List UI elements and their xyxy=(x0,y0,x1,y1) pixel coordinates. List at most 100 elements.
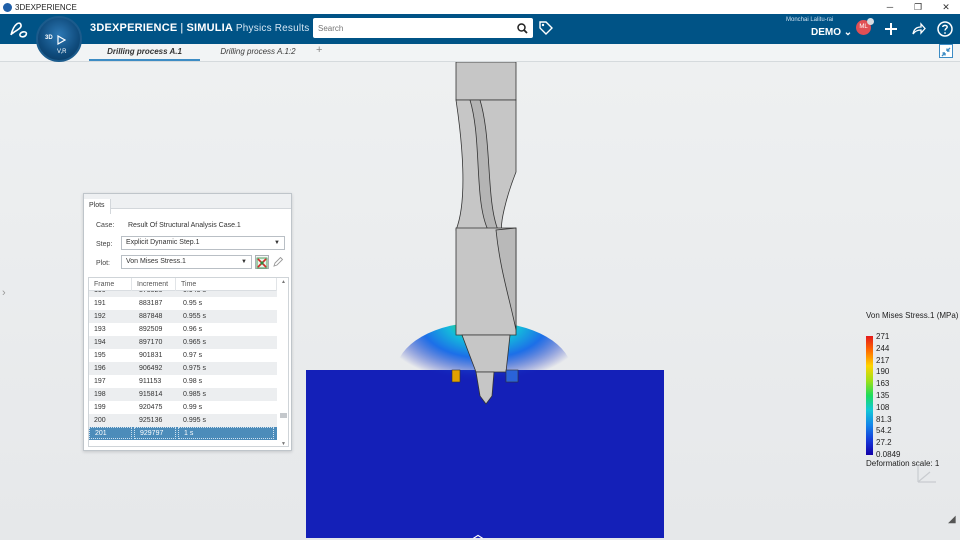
legend-value: 81.3 xyxy=(876,414,892,424)
plots-panel-header: Plots xyxy=(84,194,291,214)
table-row[interactable]: 193 892509 0.96 s xyxy=(89,323,277,336)
table-cell-increment: 887848 xyxy=(139,313,163,320)
avatar-initials: ML xyxy=(859,24,868,30)
search-box[interactable] xyxy=(313,18,533,38)
plot-settings-button[interactable] xyxy=(255,255,269,269)
search-input[interactable] xyxy=(313,23,511,33)
plot-value: Von Mises Stress.1 xyxy=(126,258,186,265)
table-row[interactable]: 200 925136 0.995 s xyxy=(89,414,277,427)
app-header: 3DEXPERIENCE|SIMULIA Physics Results Mon… xyxy=(0,14,960,44)
table-row[interactable]: 191 883187 0.95 s xyxy=(89,297,277,310)
table-cell-frame: 191 xyxy=(94,300,106,307)
table-cell-frame: 199 xyxy=(94,404,106,411)
help-icon[interactable] xyxy=(936,20,954,38)
table-row[interactable]: 192 887848 0.955 s xyxy=(89,310,277,323)
table-cell-increment: 911153 xyxy=(139,378,162,385)
table-cell-time: 0.98 s xyxy=(183,378,203,385)
search-icon[interactable] xyxy=(511,18,533,38)
table-cell-time: 0.99 s xyxy=(183,404,203,411)
compass-widget[interactable]: 3D V,R xyxy=(36,16,82,62)
legend-value: 190 xyxy=(876,367,890,377)
legend-value: 244 xyxy=(876,343,890,353)
avatar[interactable]: ML xyxy=(856,18,874,35)
axis-triad-icon[interactable] xyxy=(912,458,940,486)
pencil-icon xyxy=(273,256,284,267)
edit-button[interactable] xyxy=(272,255,286,269)
legend-value: 271 xyxy=(876,332,890,341)
step-dropdown[interactable]: Explicit Dynamic Step.1 ▼ xyxy=(121,236,285,250)
table-cell-increment: 901831 xyxy=(139,352,163,359)
brand-title: 3DEXPERIENCE | SIMULIA Physics Results xyxy=(90,22,310,34)
plots-panel: Plots Case: Result Of Structural Analysi… xyxy=(83,193,292,451)
legend-value: 108 xyxy=(876,402,890,412)
legend-value: 27.2 xyxy=(876,438,892,448)
column-header-frame[interactable]: Frame xyxy=(89,278,132,291)
resize-handle-icon[interactable]: ◢ xyxy=(948,514,956,525)
app-icon xyxy=(3,2,12,12)
legend-title: Von Mises Stress.1 (MPa) xyxy=(866,311,959,320)
table-cell-frame: 198 xyxy=(94,391,106,398)
table-cell-time: 0.995 s xyxy=(183,417,206,424)
table-cell-increment: 892509 xyxy=(139,326,163,333)
table-row[interactable]: 199 920475 0.99 s xyxy=(89,401,277,414)
share-icon[interactable] xyxy=(909,20,927,38)
play-icon[interactable] xyxy=(56,32,67,50)
tab-bar: Drilling process A.1 Drilling process A.… xyxy=(0,44,960,62)
brand-bold: 3DEXPERIENCE xyxy=(90,22,178,34)
table-cell-increment: 929797 xyxy=(134,427,176,439)
scroll-up-icon[interactable]: ▲ xyxy=(278,279,288,285)
tab-drilling-process-a1-2[interactable]: Drilling process A.1:2 xyxy=(212,45,304,61)
ds-logo-icon[interactable] xyxy=(8,19,30,44)
frames-table[interactable]: Frame Increment Time 1908785260.945 s191… xyxy=(88,277,289,447)
table-cell-increment: 915814 xyxy=(139,391,163,398)
table-cell-increment: 897170 xyxy=(139,339,163,346)
step-label: Step: xyxy=(96,241,113,248)
window-controls: ─ ❐ ✕ xyxy=(876,0,960,14)
table-row[interactable]: 196 906492 0.975 s xyxy=(89,362,277,375)
chip-right xyxy=(505,369,519,383)
table-cell-frame: 195 xyxy=(94,352,106,359)
table-cell-time: 0.985 s xyxy=(183,391,206,398)
table-cell-time: 1 s xyxy=(178,427,274,439)
table-row[interactable]: 197 911153 0.98 s xyxy=(89,375,277,388)
minimize-button[interactable]: ─ xyxy=(876,0,904,14)
scrollbar-thumb[interactable] xyxy=(280,413,287,418)
table-row[interactable]: 195 901831 0.97 s xyxy=(89,349,277,362)
tag-icon[interactable] xyxy=(538,20,554,36)
chip-left xyxy=(451,369,461,383)
table-cell-time: 0.97 s xyxy=(183,352,203,359)
user-name[interactable]: Monchai Lalitu-rai xyxy=(786,17,833,23)
legend-color-bar xyxy=(866,336,873,455)
restore-button[interactable]: ❐ xyxy=(904,0,932,14)
plot-dropdown[interactable]: Von Mises Stress.1 ▼ xyxy=(121,255,252,269)
close-button[interactable]: ✕ xyxy=(932,0,960,14)
frames-table-scrollbar[interactable]: ▲ ▼ xyxy=(278,278,288,446)
tab-drilling-process-a1[interactable]: Drilling process A.1 xyxy=(89,45,200,61)
legend-value: 135 xyxy=(876,391,890,400)
table-row[interactable]: 198 915814 0.985 s xyxy=(89,388,277,401)
table-cell-frame: 201 xyxy=(89,427,132,439)
notification-dot xyxy=(867,18,874,25)
case-value: Result Of Structural Analysis Case.1 xyxy=(128,222,241,229)
chevron-up-icon[interactable]: ︿ xyxy=(473,526,483,540)
table-cell-frame: 194 xyxy=(94,339,106,346)
plots-tab[interactable]: Plots xyxy=(84,199,111,214)
column-header-increment[interactable]: Increment xyxy=(132,278,176,291)
table-row-selected[interactable]: 201 929797 1 s xyxy=(89,427,277,440)
fullscreen-button[interactable] xyxy=(939,44,953,58)
frames-table-header: Frame Increment Time xyxy=(89,278,277,291)
add-icon[interactable] xyxy=(882,20,900,38)
tenant-selector[interactable]: DEMO ⌄ xyxy=(811,27,852,38)
table-cell-time: 0.955 s xyxy=(183,313,206,320)
add-tab-button[interactable]: + xyxy=(316,44,322,56)
table-row[interactable]: 194 897170 0.965 s xyxy=(89,336,277,349)
brand-product: SIMULIA xyxy=(186,22,233,34)
scroll-down-icon[interactable]: ▼ xyxy=(278,441,288,446)
window-title: 3DEXPERIENCE xyxy=(15,2,77,12)
table-cell-increment: 883187 xyxy=(139,300,163,307)
legend-value: 54.2 xyxy=(876,426,892,436)
compass-3d-label: 3D xyxy=(45,35,53,41)
table-cell-frame: 200 xyxy=(94,417,106,424)
column-header-time[interactable]: Time xyxy=(176,278,277,291)
table-cell-frame: 192 xyxy=(94,313,106,320)
